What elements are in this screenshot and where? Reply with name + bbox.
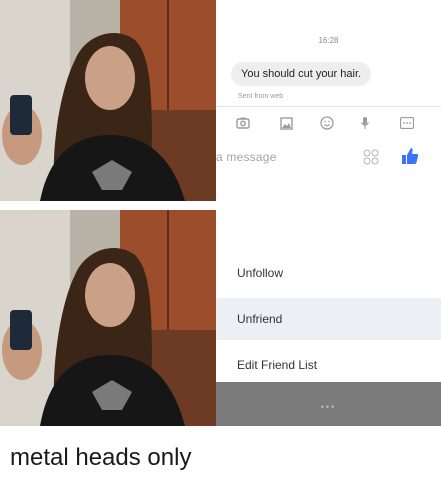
like-thumb-icon[interactable] bbox=[400, 146, 420, 166]
unfriend-label: Unfriend bbox=[237, 312, 283, 326]
image-icon[interactable] bbox=[277, 114, 295, 132]
unfriend-menu-item[interactable]: Unfriend bbox=[216, 298, 441, 340]
message-input[interactable]: a message bbox=[216, 150, 277, 164]
unfollow-label: Unfollow bbox=[237, 266, 284, 280]
meme-caption: metal heads only bbox=[10, 444, 192, 471]
bottom-panel: Unfollow Unfriend Edit Friend List ••• bbox=[0, 210, 441, 426]
menu-dots: ••• bbox=[320, 402, 337, 412]
camera-icon[interactable] bbox=[234, 114, 252, 132]
message-bubble[interactable]: You should cut your hair. bbox=[231, 62, 372, 86]
message-input-row: a message bbox=[216, 146, 441, 170]
edit-friend-list-label: Edit Friend List bbox=[237, 358, 318, 372]
microphone-icon[interactable] bbox=[356, 114, 374, 132]
divider bbox=[216, 106, 441, 107]
sticker-icon[interactable] bbox=[362, 148, 380, 166]
menu-footer-bar: ••• bbox=[216, 382, 441, 426]
top-panel: 16:28 You should cut your hair. Sent fro… bbox=[0, 0, 441, 201]
messenger-chat: 16:28 You should cut your hair. Sent fro… bbox=[216, 0, 441, 201]
message-time: 16:28 bbox=[318, 36, 339, 45]
sent-from-label: Sent from web bbox=[238, 93, 284, 100]
unfollow-menu-item[interactable]: Unfollow bbox=[216, 252, 441, 294]
emoji-icon[interactable] bbox=[318, 114, 336, 132]
man-photo-bottom bbox=[0, 210, 216, 426]
more-icon[interactable] bbox=[398, 114, 416, 132]
composer-toolbar bbox=[216, 114, 441, 134]
man-photo-top bbox=[0, 0, 216, 201]
edit-friend-list-menu-item[interactable]: Edit Friend List bbox=[216, 344, 441, 386]
friend-options-menu: Unfollow Unfriend Edit Friend List ••• bbox=[216, 210, 441, 426]
